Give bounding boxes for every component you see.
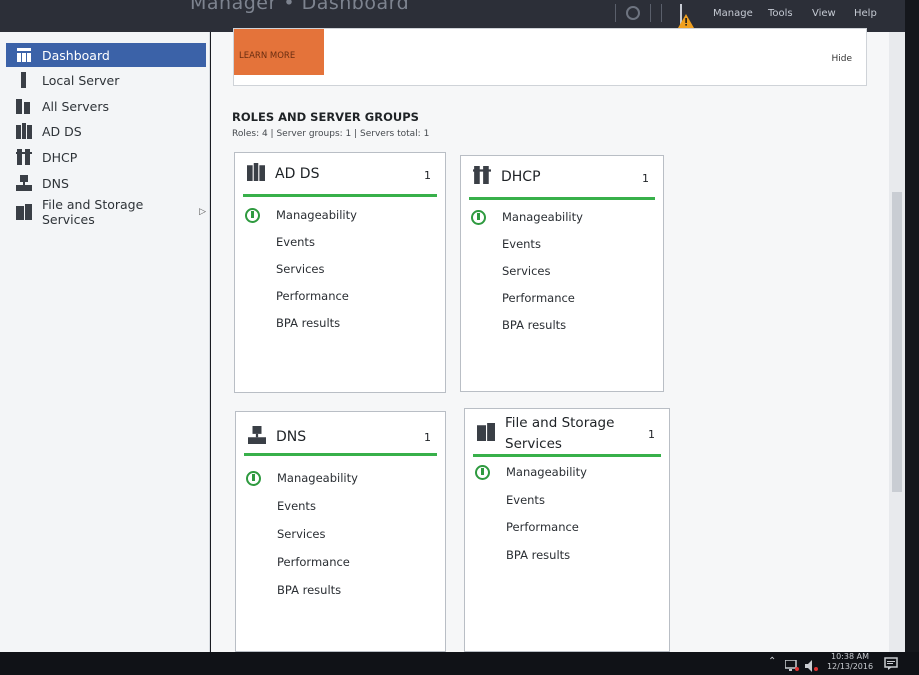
vertical-scrollbar[interactable]	[889, 32, 905, 652]
status-ok-icon	[245, 208, 260, 223]
server-icon	[16, 72, 32, 88]
dns-icon	[248, 426, 266, 444]
sidebar-item-label: Local Server	[42, 72, 120, 88]
tile-row-bpa-results[interactable]: BPA results	[502, 318, 566, 332]
status-ok-icon	[475, 465, 490, 480]
sidebar-item-dashboard[interactable]: Dashboard	[6, 43, 206, 67]
sidebar-item-label: All Servers	[42, 98, 109, 114]
status-ok-icon	[246, 471, 261, 486]
menu-view[interactable]: View	[812, 8, 836, 19]
notifications-flag-icon[interactable]	[678, 2, 702, 30]
tile-row-events[interactable]: Events	[276, 235, 315, 249]
tile-row-events[interactable]: Events	[506, 493, 545, 507]
action-center-icon[interactable]	[884, 656, 898, 670]
tile-title: DNS	[276, 429, 307, 445]
tile-count: 1	[424, 169, 431, 182]
role-tile-dns[interactable]: DNS 1 Manageability Events Services Perf…	[235, 411, 446, 652]
ad-ds-icon	[16, 123, 32, 139]
sidebar-item-label: AD DS	[42, 123, 82, 139]
tile-row-bpa-results[interactable]: BPA results	[277, 583, 341, 597]
role-tile-ad-ds[interactable]: AD DS 1 Manageability Events Services Pe…	[234, 152, 446, 393]
tile-title: DHCP	[501, 169, 541, 185]
sidebar-item-dhcp[interactable]: DHCP	[6, 145, 206, 169]
ad-ds-icon	[247, 163, 265, 181]
tile-title: AD DS	[275, 166, 320, 182]
roles-summary: Roles: 4 | Server groups: 1 | Servers to…	[232, 129, 430, 139]
separator	[615, 4, 616, 22]
sidebar-item-label: DNS	[42, 175, 69, 191]
clock[interactable]: 10:38 AM 12/13/2016	[826, 652, 874, 672]
learn-more-button[interactable]: LEARN MORE	[234, 29, 324, 75]
tile-header: DNS 1	[244, 412, 437, 456]
dashboard-icon	[16, 47, 32, 63]
tile-header: DHCP 1	[469, 156, 655, 200]
sidebar-item-all-servers[interactable]: All Servers	[6, 94, 206, 118]
sidebar-item-file-storage[interactable]: File and Storage Services ▷	[6, 197, 206, 227]
tile-header: AD DS 1	[243, 153, 437, 197]
role-tile-file-storage[interactable]: File and Storage Services 1 Manageabilit…	[464, 408, 670, 652]
tile-row-performance[interactable]: Performance	[506, 520, 579, 534]
window-edge	[905, 0, 919, 652]
sidebar-item-ad-ds[interactable]: AD DS	[6, 119, 206, 143]
tile-count: 1	[424, 431, 431, 444]
clock-time: 10:38 AM	[831, 652, 869, 661]
sidebar-item-label: Dashboard	[42, 47, 110, 63]
sidebar-item-label: File and Storage Services	[42, 197, 144, 227]
refresh-icon[interactable]	[626, 6, 640, 20]
chevron-up-icon[interactable]: ⌃	[768, 656, 776, 669]
scrollbar-thumb[interactable]	[892, 192, 902, 492]
clock-date: 12/13/2016	[826, 662, 874, 671]
servers-icon	[16, 98, 32, 114]
dhcp-icon	[16, 149, 32, 165]
dhcp-icon	[473, 166, 491, 184]
tile-row-events[interactable]: Events	[277, 499, 316, 513]
tile-row-services[interactable]: Services	[276, 262, 325, 276]
sidebar-item-dns[interactable]: DNS	[6, 171, 206, 195]
welcome-banner: LEARN MORE Hide	[233, 28, 867, 86]
role-tile-dhcp[interactable]: DHCP 1 Manageability Events Services Per…	[460, 155, 664, 392]
file-storage-icon	[16, 204, 32, 220]
dns-icon	[16, 175, 32, 191]
tile-row-bpa-results[interactable]: BPA results	[276, 316, 340, 330]
separator	[650, 4, 651, 22]
title-bar-icons	[615, 2, 662, 24]
network-icon[interactable]	[784, 657, 799, 671]
tile-row-manageability[interactable]: Manageability	[276, 208, 357, 222]
tile-row-performance[interactable]: Performance	[277, 555, 350, 569]
tile-row-services[interactable]: Services	[502, 264, 551, 278]
hide-link[interactable]: Hide	[831, 54, 852, 64]
status-ok-icon	[471, 210, 486, 225]
app-title: Manager • Dashboard	[190, 0, 410, 14]
taskbar: ⌃ 10:38 AM 12/13/2016	[0, 652, 919, 675]
tile-row-performance[interactable]: Performance	[502, 291, 575, 305]
tile-count: 1	[648, 428, 655, 441]
chevron-right-icon[interactable]: ▷	[199, 207, 206, 217]
menu-manage[interactable]: Manage	[713, 8, 753, 19]
menu-tools[interactable]: Tools	[768, 8, 793, 19]
separator	[661, 4, 662, 22]
tile-title: File and Storage Services	[505, 415, 615, 452]
sidebar-item-label: DHCP	[42, 149, 78, 165]
tile-row-bpa-results[interactable]: BPA results	[506, 548, 570, 562]
tile-row-manageability[interactable]: Manageability	[502, 210, 583, 224]
tile-row-services[interactable]: Services	[277, 527, 326, 541]
tile-header: File and Storage Services 1	[473, 409, 661, 457]
tile-row-events[interactable]: Events	[502, 237, 541, 251]
tile-count: 1	[642, 172, 649, 185]
volume-icon[interactable]	[805, 657, 819, 672]
file-storage-icon	[477, 423, 495, 441]
sidebar: Dashboard Local Server All Servers AD DS…	[0, 32, 210, 652]
tile-row-manageability[interactable]: Manageability	[277, 471, 358, 485]
tile-row-performance[interactable]: Performance	[276, 289, 349, 303]
tile-row-manageability[interactable]: Manageability	[506, 465, 587, 479]
sidebar-item-local-server[interactable]: Local Server	[6, 68, 206, 92]
roles-section-title: ROLES AND SERVER GROUPS	[232, 110, 419, 124]
menu-help[interactable]: Help	[854, 8, 877, 19]
